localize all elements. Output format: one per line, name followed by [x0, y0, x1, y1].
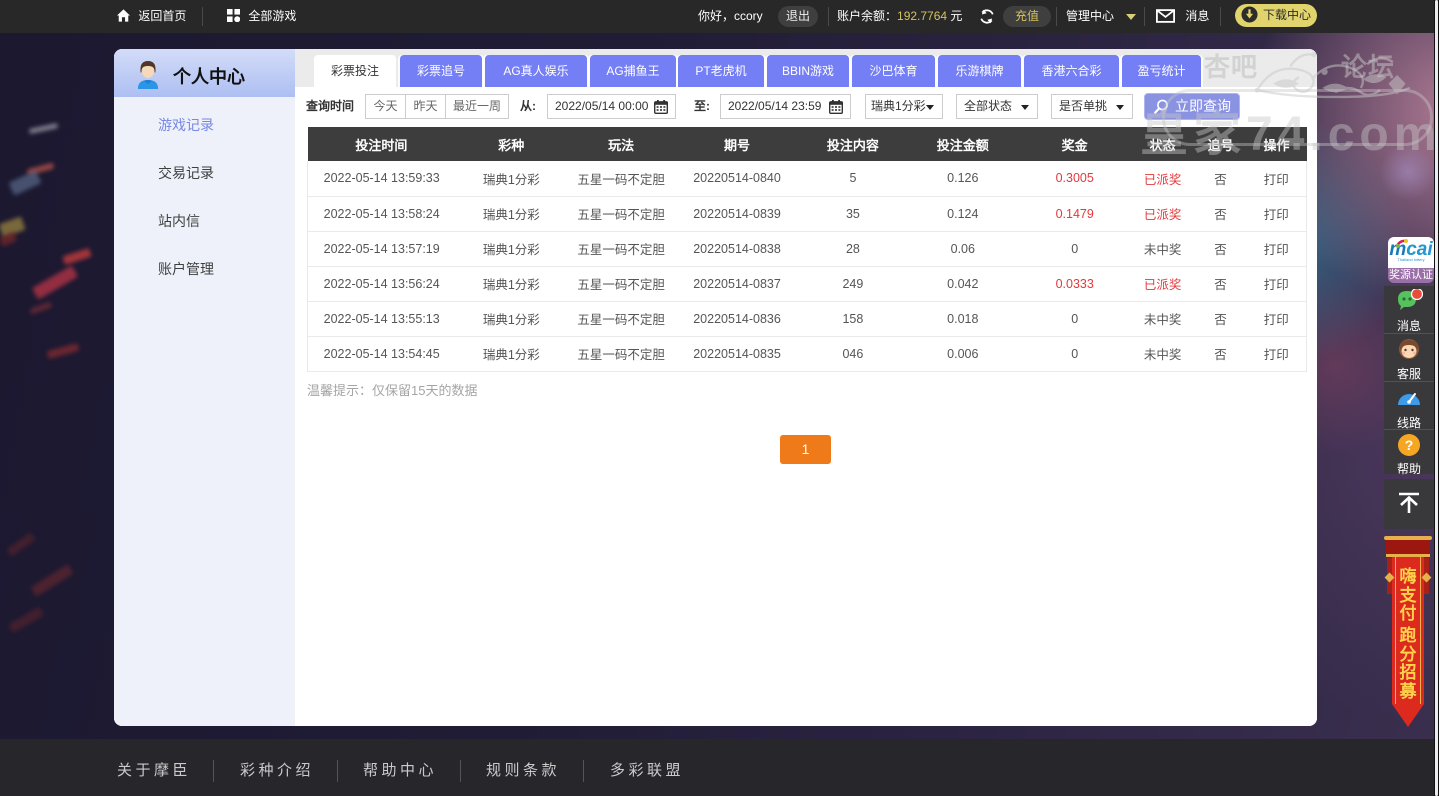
- svg-text:?: ?: [1405, 437, 1414, 453]
